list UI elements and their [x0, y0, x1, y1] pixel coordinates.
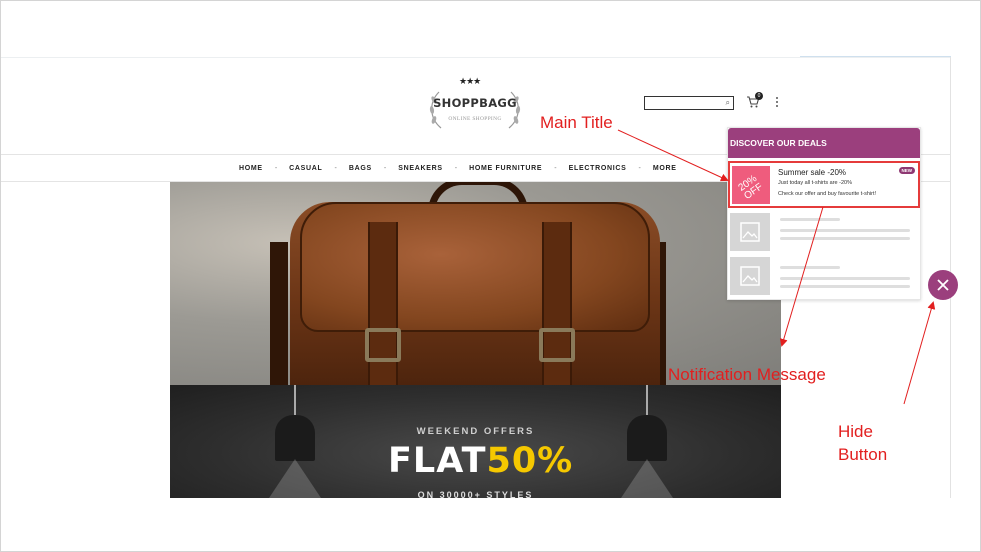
annotation-hide-line-2: Button	[838, 445, 888, 464]
annotation-arrows	[617, 129, 936, 405]
annotation-main-title: Main Title	[540, 113, 613, 132]
annotation-hide-line-1: Hide	[838, 422, 873, 441]
annotation-notification-message: Notification Message	[668, 365, 826, 384]
